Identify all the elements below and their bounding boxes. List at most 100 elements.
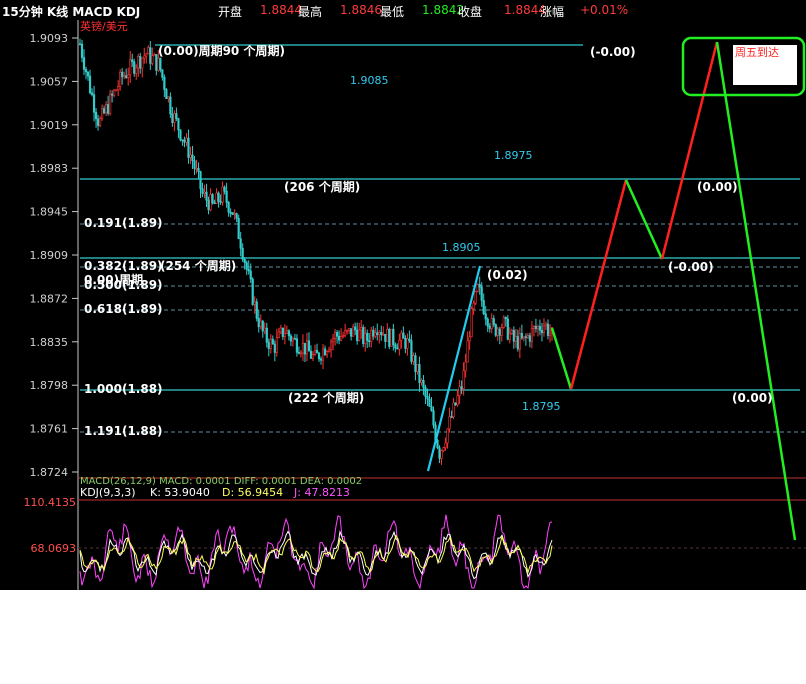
candle-body xyxy=(335,332,339,337)
fib-label: 0.382(1.89) xyxy=(84,259,163,273)
candle-body xyxy=(239,238,242,249)
candle-body xyxy=(86,71,90,77)
candle-body xyxy=(430,406,433,411)
candle-body xyxy=(502,316,505,328)
zero-period-label: 0.00)周期 xyxy=(84,272,143,287)
candle-body xyxy=(315,350,319,354)
candle-body xyxy=(386,328,389,342)
period-label: (254 个周期) xyxy=(160,258,236,273)
candle-body xyxy=(293,338,297,340)
candle-body xyxy=(235,213,238,219)
candle-body xyxy=(422,379,425,388)
candle-body xyxy=(80,43,84,58)
candle-body xyxy=(161,69,164,78)
candle-body xyxy=(374,332,377,337)
right-value: (0.02) xyxy=(487,268,528,282)
candle-body xyxy=(484,313,487,320)
candle-body xyxy=(84,69,88,73)
candle-body xyxy=(151,55,154,64)
candle-body xyxy=(536,325,540,329)
y-tick-label: 1.9019 xyxy=(30,119,69,132)
candle-body xyxy=(544,323,548,327)
candle-body xyxy=(251,278,254,305)
candle-body xyxy=(382,333,385,336)
candle-body xyxy=(448,416,451,430)
candle-body xyxy=(504,316,507,320)
candle-body xyxy=(159,57,162,71)
fib-label: 1.000(1.88) xyxy=(84,382,163,396)
y-tick-label: 1.8761 xyxy=(30,423,69,436)
candle-body xyxy=(492,318,495,325)
candle-body xyxy=(167,96,170,100)
candle-body xyxy=(223,186,226,192)
candle-body xyxy=(195,168,198,170)
right-value: (0.00) xyxy=(697,180,738,194)
candle-body xyxy=(321,348,325,361)
candle-body xyxy=(480,286,483,301)
candle-body xyxy=(271,338,274,345)
candle-body xyxy=(215,192,218,204)
candle-body xyxy=(191,154,194,161)
candle-body xyxy=(145,53,148,57)
candle-body xyxy=(408,338,411,342)
candle-body xyxy=(317,352,321,360)
candle-body xyxy=(100,108,104,119)
candle-body xyxy=(111,93,114,96)
period-label: (206 个周期) xyxy=(284,179,360,194)
candle-body xyxy=(490,318,493,329)
candle-body xyxy=(299,352,303,355)
candle-body xyxy=(458,386,461,397)
candle-body xyxy=(522,336,525,339)
candle-body xyxy=(221,186,224,203)
candle-body xyxy=(229,211,232,214)
candle-body xyxy=(476,284,479,292)
candle-body xyxy=(125,75,128,78)
candle-body xyxy=(414,355,417,372)
y-tick-label: 1.8945 xyxy=(30,206,69,219)
candle-body xyxy=(241,247,244,260)
level-value: 1.8975 xyxy=(494,149,533,162)
candle-body xyxy=(193,160,196,169)
candle-body xyxy=(119,71,122,87)
candle-body xyxy=(263,327,266,332)
chart-overlay: 英镑/美元0.191(1.89)0.382(1.89)0.500(1.89)0.… xyxy=(24,19,806,555)
candle-body xyxy=(233,213,236,215)
candle-body xyxy=(366,332,369,341)
candle-body xyxy=(354,326,357,331)
note-text: 周五到达 xyxy=(735,46,779,59)
candle-body xyxy=(394,344,397,349)
candle-body xyxy=(438,447,441,459)
candle-body xyxy=(346,329,349,332)
candle-body xyxy=(528,335,532,342)
candle-body xyxy=(285,330,288,334)
candle-body xyxy=(149,47,152,64)
candle-body xyxy=(352,326,355,337)
candle-body xyxy=(548,332,552,336)
candle-body xyxy=(410,340,413,362)
candle-body xyxy=(107,104,110,114)
level-value: 1.8795 xyxy=(522,400,561,413)
candle-body xyxy=(350,328,353,337)
candle-body xyxy=(450,416,453,418)
candle-body xyxy=(424,387,427,397)
high-label: 最高 xyxy=(298,5,323,19)
candle-body xyxy=(362,327,365,344)
candle-body xyxy=(291,338,295,342)
candle-body xyxy=(368,340,371,342)
candle-body xyxy=(133,61,136,74)
kdj-d: D: 56.9454 xyxy=(222,486,283,499)
candle-body xyxy=(444,442,447,448)
candle-body xyxy=(344,329,347,336)
candle-body xyxy=(269,338,272,349)
candle-body xyxy=(364,332,367,344)
candle-body xyxy=(213,202,216,205)
candle-body xyxy=(155,54,158,71)
candle-body xyxy=(456,395,459,406)
candle-body xyxy=(131,59,134,63)
high-value: 1.8846 xyxy=(340,3,382,17)
candle-body xyxy=(127,74,130,78)
candle-body xyxy=(358,329,361,341)
candle-body xyxy=(333,332,337,339)
candle-body xyxy=(137,55,140,69)
candle-body xyxy=(143,55,146,59)
